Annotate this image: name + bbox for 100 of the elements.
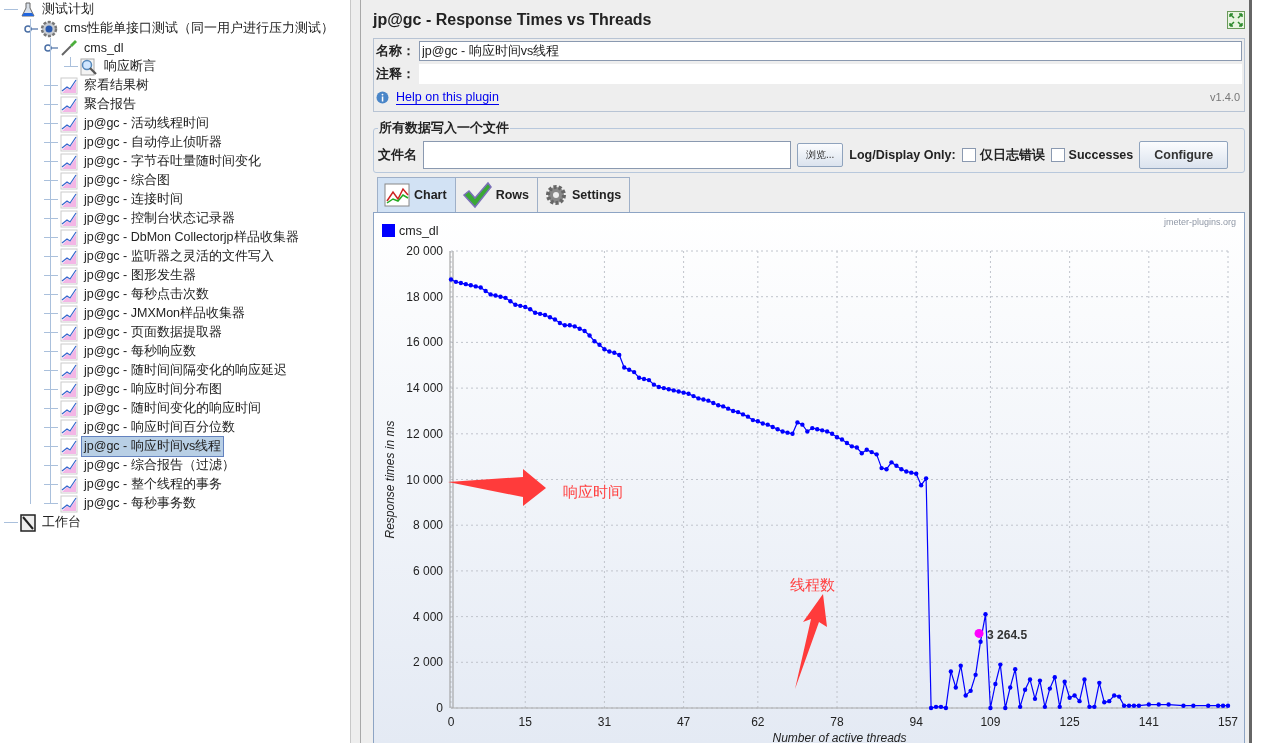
tree-item[interactable]: 聚合报告: [81, 94, 139, 115]
x-axis-title: Number of active threads: [772, 731, 907, 743]
info-icon: [376, 90, 389, 104]
tab[interactable]: Rows: [454, 177, 538, 212]
annotation-label: 3 264.5: [987, 628, 1028, 643]
tree-item[interactable]: 察看结果树: [81, 75, 152, 96]
name-field[interactable]: jp@gc - 响应时间vs线程: [419, 41, 1242, 61]
graph-icon: [60, 171, 78, 190]
tab[interactable]: Chart: [377, 177, 456, 212]
data-point: [1156, 702, 1161, 707]
data-point: [1042, 704, 1048, 710]
tree-item[interactable]: jp@gc - 响应时间分布图: [81, 379, 225, 400]
data-point: [948, 669, 954, 674]
gear-icon: [40, 19, 58, 38]
checkbox[interactable]: [1050, 148, 1065, 162]
x-tick-label: 0: [447, 715, 455, 729]
graph-icon: [60, 133, 78, 152]
y-tick-label: 16 000: [406, 335, 443, 350]
graph-icon: [60, 209, 78, 228]
tree-item[interactable]: jp@gc - 图形发生器: [81, 265, 199, 286]
graph-icon: [60, 323, 78, 342]
data-point: [1037, 678, 1043, 683]
tree-item[interactable]: jp@gc - 随时间变化的响应时间: [81, 398, 264, 419]
data-point: [1191, 703, 1196, 708]
expand-handle[interactable]: [44, 42, 58, 53]
graph-icon: [60, 266, 78, 285]
configure-button[interactable]: Configure: [1139, 141, 1229, 169]
data-point: [1047, 686, 1053, 691]
tree-item[interactable]: jp@gc - 页面数据提取器: [81, 322, 225, 343]
graph-icon: [60, 342, 78, 361]
data-point: [998, 662, 1003, 667]
tree-item[interactable]: cms_dl: [81, 38, 127, 57]
tree-item[interactable]: jp@gc - 字节吞吐量随时间变化: [81, 151, 264, 172]
graph-icon: [60, 228, 78, 247]
data-point: [1206, 703, 1211, 708]
data-point: [1062, 679, 1067, 684]
y-tick-label: 2 000: [412, 655, 443, 670]
comment-label: 注释：: [376, 65, 415, 83]
expand-handle[interactable]: [24, 23, 38, 34]
x-tick-label: 62: [751, 715, 765, 729]
tree-item[interactable]: jp@gc - 每秒点击次数: [81, 284, 212, 305]
checkbox[interactable]: [961, 148, 976, 162]
y-tick-label: 8 000: [412, 518, 443, 533]
tree-item[interactable]: jp@gc - 控制台状态记录器: [81, 208, 238, 229]
tree-item[interactable]: jp@gc - 整个线程的事务: [81, 474, 225, 495]
graph-icon: [60, 76, 78, 95]
data-point: [923, 476, 929, 481]
graph-icon: [60, 494, 78, 513]
tree-item[interactable]: jp@gc - 响应时间百分位数: [81, 417, 238, 438]
tree-item[interactable]: 工作台: [39, 512, 84, 533]
expand-icon[interactable]: [1227, 11, 1245, 29]
tree-item[interactable]: jp@gc - 响应时间vs线程: [81, 436, 225, 457]
filename-label: 文件名: [378, 146, 417, 164]
tree-item[interactable]: jp@gc - 综合报告（过滤）: [81, 455, 238, 476]
help-link[interactable]: Help on this plugin: [396, 89, 499, 105]
y-tick-label: 10 000: [406, 472, 443, 487]
graph-icon: [60, 190, 78, 209]
flask-icon: [20, 1, 36, 18]
tree-item[interactable]: jp@gc - 每秒事务数: [81, 493, 199, 514]
data-point: [1017, 704, 1023, 710]
graph-icon: [60, 361, 78, 380]
data-point: [1032, 696, 1038, 702]
tree-item[interactable]: jp@gc - 连接时间: [81, 189, 186, 210]
tree-item[interactable]: jp@gc - 监听器之灵活的文件写入: [81, 246, 277, 267]
splitter[interactable]: [350, 0, 361, 743]
data-point: [1057, 704, 1062, 710]
tree-item[interactable]: jp@gc - 每秒响应数: [81, 341, 199, 362]
tree-item[interactable]: jp@gc - DbMon Collectorjp样品收集器: [81, 227, 302, 248]
graph-icon: [60, 399, 78, 418]
y-tick-label: 6 000: [412, 563, 443, 578]
tree-item[interactable]: 测试计划: [39, 0, 97, 20]
clipboard-icon: [20, 513, 36, 532]
section-title: 所有数据写入一个文件: [378, 120, 510, 137]
graph-icon: [60, 285, 78, 304]
tree-item[interactable]: jp@gc - JMXMon样品收集器: [81, 303, 249, 324]
filename-field[interactable]: [423, 141, 791, 169]
magnifier-icon: [80, 57, 98, 76]
browse-button[interactable]: 浏览...: [797, 143, 844, 167]
graph-icon: [60, 247, 78, 266]
tree-item[interactable]: cms性能单接口测试（同一用户进行压力测试）: [61, 18, 337, 39]
data-point: [973, 672, 978, 678]
x-tick-label: 78: [830, 715, 844, 729]
tree-item[interactable]: jp@gc - 自动停止侦听器: [81, 132, 225, 153]
x-tick-label: 47: [676, 715, 691, 729]
y-tick-label: 20 000: [406, 244, 443, 258]
legend-label: cms_dl: [399, 224, 439, 238]
tab[interactable]: Settings: [537, 177, 631, 212]
gear-icon: [544, 183, 568, 207]
credit-text: jmeter-plugins.org: [1163, 217, 1236, 227]
tree-item[interactable]: jp@gc - 随时间间隔变化的响应延迟: [81, 360, 290, 381]
x-tick-label: 141: [1138, 715, 1159, 729]
y-tick-label: 0: [436, 701, 443, 715]
checkmark-icon: [461, 181, 492, 209]
version-text: v1.4.0: [1210, 91, 1240, 103]
graph-icon: [60, 380, 78, 399]
panel-title: jp@gc - Response Times vs Threads: [373, 11, 652, 29]
tree-item[interactable]: 响应断言: [101, 56, 159, 77]
x-tick-label: 109: [980, 715, 1001, 729]
tree-item[interactable]: jp@gc - 活动线程时间: [81, 113, 212, 134]
tree-item[interactable]: jp@gc - 综合图: [81, 170, 173, 191]
